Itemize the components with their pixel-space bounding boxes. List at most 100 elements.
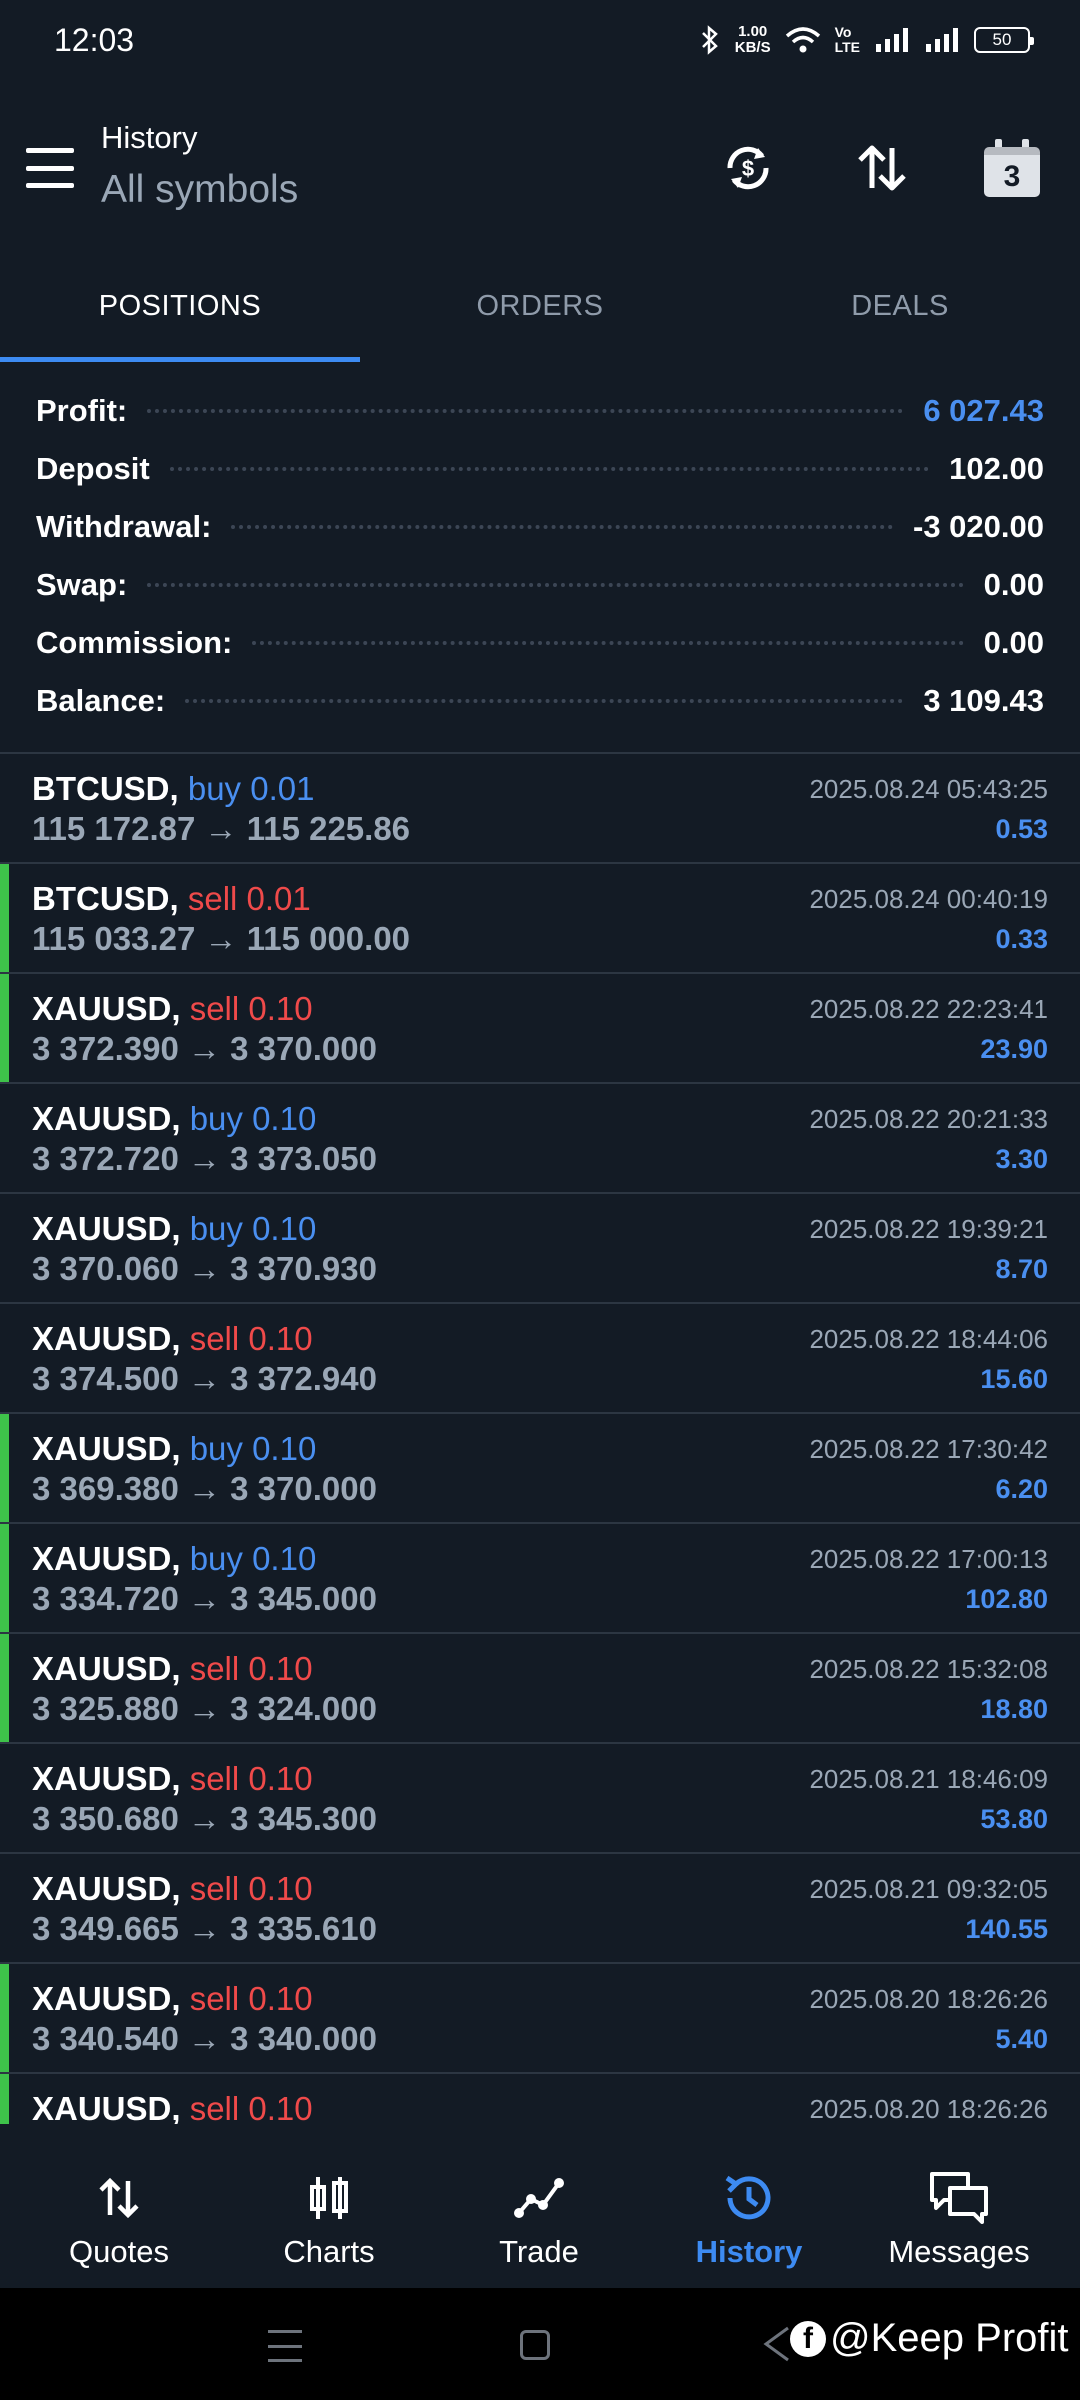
position-row[interactable]: XAUUSD, sell 0.10 3 374.500 → 3 372.940 20…: [0, 1304, 1080, 1414]
summary-row-balance: Balance: 3 109.43: [36, 683, 1044, 718]
arrow-right-icon: →: [195, 810, 247, 847]
close-price: 3 340.000: [230, 2020, 377, 2057]
position-prices: 115 172.87 → 115 225.86: [32, 810, 410, 848]
position-title: XAUUSD, buy 0.10: [32, 1210, 316, 1248]
position-time: 2025.08.21 09:32:05: [809, 1874, 1048, 1904]
position-profit: 3.30: [995, 1144, 1048, 1174]
sort-icon[interactable]: [842, 128, 922, 208]
svg-text:$: $: [742, 156, 754, 181]
position-profit: 0.33: [995, 924, 1048, 954]
close-price: 3 345.000: [230, 1580, 377, 1617]
quotes-icon: [94, 2168, 144, 2228]
position-row[interactable]: XAUUSD, sell 0.10 3 350.680 → 3 345.300 20…: [0, 1744, 1080, 1854]
open-price: 3 370.060: [32, 1250, 179, 1287]
close-price: 3 370.000: [230, 1470, 377, 1507]
bottom-nav: Quotes Charts Trade History Messages: [0, 2124, 1080, 2288]
position-title: XAUUSD, buy 0.10: [32, 1100, 316, 1138]
trade-icon: [513, 2168, 565, 2228]
nav-trade[interactable]: Trade: [434, 2124, 644, 2288]
position-profit: 102.80: [965, 1584, 1048, 1614]
close-price: 3 373.050: [230, 1140, 377, 1177]
nav-quotes[interactable]: Quotes: [14, 2124, 224, 2288]
position-profit: 5.40: [995, 2024, 1048, 2054]
menu-icon[interactable]: [26, 148, 74, 188]
position-row[interactable]: XAUUSD, sell 0.10 2025.08.20 18:26:26: [0, 2074, 1080, 2124]
position-side: sell 0.10: [189, 1870, 313, 1907]
position-row[interactable]: BTCUSD, buy 0.01 115 172.87 → 115 225.86 2…: [0, 754, 1080, 864]
home-icon[interactable]: [520, 2330, 550, 2360]
summary-row-commission: Commission: 0.00: [36, 625, 1044, 660]
position-row[interactable]: XAUUSD, buy 0.10 3 369.380 → 3 370.000 202…: [0, 1414, 1080, 1524]
back-icon[interactable]: [762, 2324, 792, 2364]
positions-list: BTCUSD, buy 0.01 115 172.87 → 115 225.86 2…: [0, 752, 1080, 2124]
watermark: f @Keep Profit: [790, 2316, 1069, 2361]
position-row[interactable]: XAUUSD, buy 0.10 3 334.720 → 3 345.000 202…: [0, 1524, 1080, 1634]
nav-charts[interactable]: Charts: [224, 2124, 434, 2288]
position-title: BTCUSD, sell 0.01: [32, 880, 311, 918]
page-title: History: [101, 120, 198, 155]
nav-history[interactable]: History: [644, 2124, 854, 2288]
position-symbol: BTCUSD,: [32, 880, 179, 917]
position-time: 2025.08.21 18:46:09: [809, 1764, 1048, 1794]
position-symbol: XAUUSD,: [32, 1980, 181, 2017]
tab-deals[interactable]: DEALS: [720, 250, 1080, 362]
close-price: 3 345.300: [230, 1800, 377, 1837]
position-title: XAUUSD, sell 0.10: [32, 1870, 313, 1908]
position-symbol: XAUUSD,: [32, 990, 181, 1027]
tab-positions[interactable]: POSITIONS: [0, 250, 360, 362]
open-price: 115 172.87: [32, 810, 196, 847]
position-profit: 140.55: [965, 1914, 1048, 1944]
facebook-icon: f: [790, 2320, 826, 2357]
bluetooth-icon: [701, 25, 718, 55]
close-price: 115 000.00: [246, 920, 411, 957]
position-symbol: XAUUSD,: [32, 1870, 181, 1907]
position-row[interactable]: XAUUSD, buy 0.10 3 370.060 → 3 370.930 202…: [0, 1194, 1080, 1304]
network-speed: 1.00 KB/S: [734, 23, 771, 56]
position-prices: 115 033.27 → 115 000.00: [32, 920, 410, 958]
position-row[interactable]: XAUUSD, sell 0.10 3 340.540 → 3 340.000 20…: [0, 1964, 1080, 2074]
position-symbol: XAUUSD,: [32, 1210, 181, 1247]
position-symbol: XAUUSD,: [32, 1540, 181, 1577]
position-symbol: XAUUSD,: [32, 1650, 181, 1687]
position-side: sell 0.10: [189, 1980, 313, 2017]
position-time: 2025.08.22 15:32:08: [809, 1654, 1048, 1684]
position-row[interactable]: XAUUSD, sell 0.10 3 325.880 → 3 324.000 20…: [0, 1634, 1080, 1744]
summary-row-deposit: Deposit 102.00: [36, 451, 1044, 486]
symbol-filter[interactable]: All symbols: [101, 168, 298, 212]
status-time: 12:03: [54, 21, 135, 58]
arrow-right-icon: →: [195, 920, 247, 957]
arrow-right-icon: →: [178, 1690, 231, 1727]
volte-indicator: Vo LTE: [834, 24, 860, 55]
position-title: XAUUSD, sell 0.10: [32, 990, 313, 1028]
position-side: buy 0.10: [189, 1540, 317, 1577]
position-side: sell 0.10: [189, 2090, 313, 2124]
position-row[interactable]: XAUUSD, sell 0.10 3 372.390 → 3 370.000 20…: [0, 974, 1080, 1084]
position-row[interactable]: BTCUSD, sell 0.01 115 033.27 → 115 000.00…: [0, 864, 1080, 974]
position-profit: 8.70: [995, 1254, 1048, 1284]
arrow-right-icon: →: [178, 1910, 231, 1947]
position-time: 2025.08.24 05:43:25: [809, 774, 1048, 804]
arrow-right-icon: →: [178, 1140, 231, 1177]
messages-icon: [928, 2168, 990, 2228]
app-header: History All symbols $ 3: [0, 110, 1080, 230]
position-side: sell 0.10: [189, 1760, 313, 1797]
history-icon: [721, 2168, 777, 2228]
position-side: sell 0.01: [187, 880, 311, 917]
position-time: 2025.08.24 00:40:19: [809, 884, 1048, 914]
wifi-icon: [785, 27, 820, 53]
open-price: 3 369.380: [32, 1470, 179, 1507]
calendar-icon[interactable]: 3: [972, 128, 1052, 208]
position-title: XAUUSD, sell 0.10: [32, 1650, 313, 1688]
system-nav-bar: f @Keep Profit: [0, 2288, 1080, 2400]
tab-orders[interactable]: ORDERS: [360, 250, 720, 362]
position-title: XAUUSD, sell 0.10: [32, 2090, 313, 2124]
position-row[interactable]: XAUUSD, buy 0.10 3 372.720 → 3 373.050 202…: [0, 1084, 1080, 1194]
charts-icon: [304, 2168, 354, 2228]
position-symbol: XAUUSD,: [32, 1100, 181, 1137]
position-row[interactable]: XAUUSD, sell 0.10 3 349.665 → 3 335.610 20…: [0, 1854, 1080, 1964]
period-refresh-icon[interactable]: $: [708, 128, 788, 208]
summary-row-swap: Swap: 0.00: [36, 567, 1044, 602]
nav-messages[interactable]: Messages: [854, 2124, 1064, 2288]
status-icons: 1.00 KB/S Vo LTE 50: [699, 23, 1034, 56]
recent-apps-icon[interactable]: [268, 2330, 302, 2362]
